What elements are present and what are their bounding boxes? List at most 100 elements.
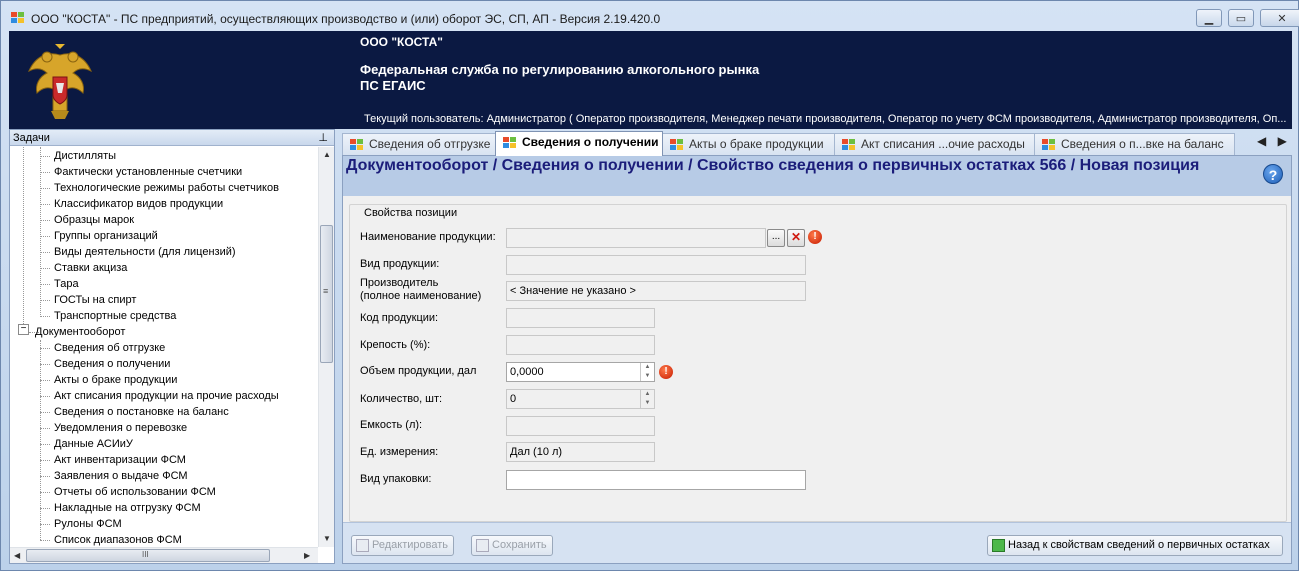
maximize-button[interactable]: ▭ — [1228, 9, 1254, 27]
tree-item[interactable]: Виды деятельности (для лицензий) — [54, 244, 236, 260]
window-title: ООО "КОСТА" - ПС предприятий, осуществля… — [31, 12, 661, 26]
tree-line — [40, 476, 50, 477]
tree-line — [40, 204, 50, 205]
browse-button[interactable]: ... — [767, 229, 785, 247]
tree-item[interactable]: Сведения об отгрузке — [54, 340, 165, 356]
scroll-left-icon[interactable]: ◀ — [14, 551, 20, 560]
clear-icon[interactable]: ✕ — [787, 229, 805, 247]
current-user-text: Текущий пользователь: Администратор ( Оп… — [364, 113, 1287, 125]
product-code-label: Код продукции: — [360, 312, 439, 324]
tree-item[interactable]: Акт списания продукции на прочие расходы — [54, 388, 279, 404]
document-icon — [842, 139, 856, 150]
tab-3[interactable]: Акты о браке продукции — [662, 133, 835, 155]
tree-line — [40, 428, 50, 429]
tree-item[interactable]: Технологические режимы работы счетчиков — [54, 180, 279, 196]
strength-field[interactable] — [506, 335, 655, 355]
title-bar[interactable]: ООО "КОСТА" - ПС предприятий, осуществля… — [1, 1, 1299, 31]
tree-item[interactable]: Классификатор видов продукции — [54, 196, 223, 212]
tree-item[interactable]: Ставки акциза — [54, 260, 127, 276]
tree-item[interactable]: Сведения о получении — [54, 356, 170, 372]
tasks-panel-header: Задачи ⊥ — [10, 130, 334, 146]
tab-4[interactable]: Акт списания ...очие расходы — [834, 133, 1035, 155]
document-icon — [350, 139, 364, 150]
pin-icon[interactable]: ⊥ — [318, 131, 328, 144]
tree-item[interactable]: Акты о браке продукции — [54, 372, 177, 388]
tree-item[interactable]: Данные АСИиУ — [54, 436, 133, 452]
save-button-label: Сохранить — [492, 539, 547, 551]
close-button[interactable]: ✕ — [1260, 9, 1299, 27]
capacity-label: Емкость (л): — [360, 419, 423, 431]
scroll-down-icon[interactable]: ▼ — [323, 534, 331, 543]
volume-spinner[interactable]: ▲ ▼ — [640, 363, 654, 381]
unit-field[interactable]: Дал (10 л) — [506, 442, 655, 462]
manufacturer-field[interactable]: < Значение не указано > — [506, 281, 806, 301]
package-type-label: Вид упаковки: — [360, 473, 432, 485]
tree-item[interactable]: Список диапазонов ФСМ — [54, 532, 182, 547]
tree-item[interactable]: ГОСТы на спирт — [54, 292, 136, 308]
volume-input[interactable]: 0,0000 ▲ ▼ — [506, 362, 655, 382]
horizontal-scroll-thumb[interactable]: III — [26, 549, 270, 562]
back-button[interactable]: Назад к свойствам сведений о первичных о… — [987, 535, 1283, 556]
tree-line — [40, 460, 50, 461]
tab-label: Сведения о получении — [522, 135, 659, 149]
form-panel: Свойства позиции Наименование продукции:… — [343, 196, 1291, 522]
save-button[interactable]: Сохранить — [471, 535, 553, 556]
edit-button[interactable]: Редактировать — [351, 535, 454, 556]
quantity-input[interactable]: 0 ▲ ▼ — [506, 389, 655, 409]
package-type-input[interactable] — [506, 470, 806, 490]
back-arrow-icon — [992, 539, 1005, 552]
spin-down-icon[interactable]: ▼ — [641, 399, 654, 408]
tab-label: Сведения о п...вке на баланс — [1061, 137, 1224, 151]
group-label: Свойства позиции — [362, 207, 460, 219]
tree-item[interactable]: Образцы марок — [54, 212, 134, 228]
spin-up-icon[interactable]: ▲ — [641, 363, 654, 372]
app-window: ООО "КОСТА" - ПС предприятий, осуществля… — [0, 0, 1299, 571]
tree-item[interactable]: Фактически установленные счетчики — [54, 164, 242, 180]
maximize-icon: ▭ — [1235, 12, 1247, 25]
volume-value: 0,0000 — [510, 366, 544, 378]
tree-item[interactable]: Заявления о выдаче ФСМ — [54, 468, 188, 484]
tree-item[interactable]: Акт инвентаризации ФСМ — [54, 452, 186, 468]
tab-next-icon[interactable]: ▶ — [1278, 134, 1287, 148]
spin-up-icon[interactable]: ▲ — [641, 390, 654, 399]
tree-line — [23, 147, 24, 332]
product-code-field[interactable] — [506, 308, 655, 328]
tree-line — [40, 540, 50, 541]
spin-down-icon[interactable]: ▼ — [641, 372, 654, 381]
vertical-scroll-thumb[interactable]: ≡ — [320, 225, 333, 363]
quantity-spinner[interactable]: ▲ ▼ — [640, 390, 654, 408]
tab-2[interactable]: Сведения о получении — [495, 131, 663, 156]
product-type-field[interactable] — [506, 255, 806, 275]
capacity-field[interactable] — [506, 416, 655, 436]
tree-collapse-toggle[interactable]: − — [18, 324, 29, 335]
tree-item[interactable]: Транспортные средства — [54, 308, 176, 324]
tab-prev-icon[interactable]: ◀ — [1257, 134, 1266, 148]
tree-line — [40, 348, 50, 349]
tree-item[interactable]: Уведомления о перевозке — [54, 420, 187, 436]
tree-item[interactable]: Тара — [54, 276, 79, 292]
tree-item[interactable]: Накладные на отгрузку ФСМ — [54, 500, 201, 516]
help-icon[interactable]: ? — [1263, 164, 1283, 184]
product-name-label: Наименование продукции: — [360, 231, 496, 243]
tree-item[interactable]: Рулоны ФСМ — [54, 516, 122, 532]
tree-item[interactable]: Группы организаций — [54, 228, 158, 244]
manufacturer-label: Производитель — [360, 277, 439, 289]
scroll-up-icon[interactable]: ▲ — [323, 150, 331, 159]
header-banner: ООО "КОСТА" Федеральная служба по регули… — [9, 31, 1292, 129]
minimize-icon: ▁ — [1204, 12, 1214, 25]
scroll-right-icon[interactable]: ▶ — [304, 551, 310, 560]
tree-item[interactable]: Отчеты об использовании ФСМ — [54, 484, 216, 500]
minimize-button[interactable]: ▁ — [1196, 9, 1222, 27]
tree-vertical-scrollbar[interactable]: ▲ ≡ ▼ — [318, 147, 334, 547]
tree-line — [40, 412, 50, 413]
tab-5[interactable]: Сведения о п...вке на баланс — [1034, 133, 1235, 155]
tree-horizontal-scrollbar[interactable]: ◀ III ▶ — [10, 547, 318, 563]
organization-name: ООО "КОСТА" — [360, 35, 443, 49]
tab-1[interactable]: Сведения об отгрузке — [342, 133, 497, 155]
product-name-field[interactable] — [506, 228, 766, 248]
tree-item[interactable]: Сведения о постановке на баланс — [54, 404, 229, 420]
tree-item[interactable]: Дистилляты — [54, 148, 116, 164]
tree-line — [40, 156, 50, 157]
tree-section-documents[interactable]: Документооборот — [35, 324, 125, 340]
unit-label: Ед. измерения: — [360, 446, 439, 458]
